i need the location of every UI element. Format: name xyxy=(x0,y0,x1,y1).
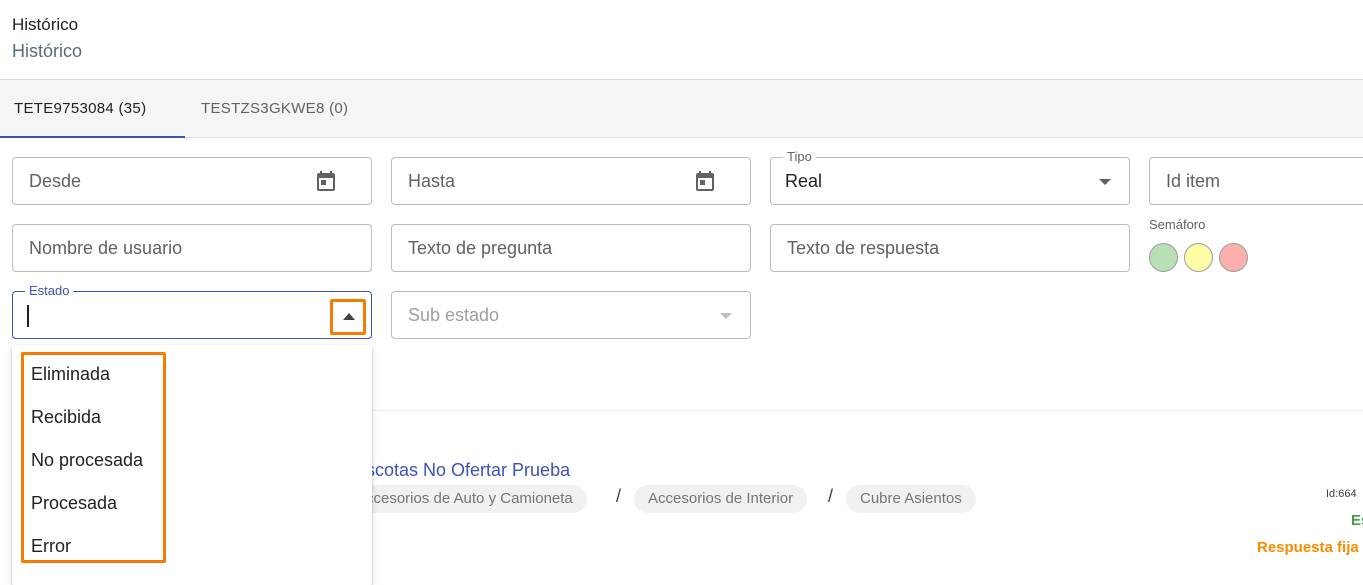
estado-option-recibida[interactable]: Recibida xyxy=(31,407,101,428)
semaforo-red-toggle[interactable] xyxy=(1219,243,1248,272)
account-tabs: TETE9753084 (35) TESTZS3GKWE8 (0) xyxy=(0,80,1363,138)
estado-option-procesada[interactable]: Procesada xyxy=(31,493,117,514)
texto-pregunta-field[interactable]: Texto de pregunta xyxy=(391,224,751,272)
id-item-placeholder: Id item xyxy=(1166,171,1221,191)
estado-option-eliminada[interactable]: Eliminada xyxy=(31,364,110,385)
text-cursor xyxy=(27,305,29,327)
chevron-up-icon xyxy=(343,313,355,320)
chevron-down-icon[interactable] xyxy=(720,313,732,319)
semaforo-label: Semáforo xyxy=(1149,217,1206,232)
id-item-field[interactable]: Id item xyxy=(1149,157,1363,205)
hasta-date-field[interactable]: Hasta xyxy=(391,157,751,205)
texto-pregunta-placeholder: Texto de pregunta xyxy=(408,238,553,258)
texto-respuesta-field[interactable]: Texto de respuesta xyxy=(770,224,1130,272)
tipo-select[interactable]: Tipo Real xyxy=(770,149,1130,205)
page-subtitle: Histórico xyxy=(12,41,83,61)
tipo-label: Tipo xyxy=(783,149,816,165)
item-title-link[interactable]: scotas No Ofertar Prueba xyxy=(366,460,570,481)
sub-estado-placeholder: Sub estado xyxy=(408,305,500,325)
breadcrumb-chip-category: ccesorios de Auto y Camioneta xyxy=(352,485,587,513)
estado-option-no-procesada[interactable]: No procesada xyxy=(31,450,143,471)
item-id: Id:664 xyxy=(1326,488,1357,500)
tab-testzs3gkwe8[interactable]: TESTZS3GKWE8 (0) xyxy=(185,80,375,138)
estado-option-error[interactable]: Error xyxy=(31,536,71,557)
page-title: Histórico xyxy=(12,15,79,34)
tab-tete9753084[interactable]: TETE9753084 (35) xyxy=(0,80,185,138)
sub-estado-select[interactable]: Sub estado xyxy=(391,291,751,339)
status-text: Es xyxy=(1351,512,1363,529)
breadcrumb-chip-leaf: Cubre Asientos xyxy=(846,485,976,513)
semaforo-yellow-toggle[interactable] xyxy=(1184,243,1213,272)
page-header: Histórico Histórico xyxy=(0,0,1363,80)
results-divider xyxy=(372,410,1363,411)
calendar-icon[interactable] xyxy=(314,169,338,193)
texto-respuesta-placeholder: Texto de respuesta xyxy=(787,238,940,258)
estado-label: Estado xyxy=(25,283,74,299)
desde-placeholder: Desde xyxy=(29,171,82,191)
nombre-usuario-placeholder: Nombre de usuario xyxy=(29,238,183,258)
tipo-value: Real xyxy=(785,171,823,191)
semaforo-green-toggle[interactable] xyxy=(1149,243,1178,272)
nombre-usuario-field[interactable]: Nombre de usuario xyxy=(12,224,372,272)
hasta-placeholder: Hasta xyxy=(408,171,456,191)
estado-toggle-button[interactable] xyxy=(330,299,366,335)
estado-select[interactable]: Estado xyxy=(12,283,372,339)
breadcrumb-chip-subcategory: Accesorios de Interior xyxy=(634,485,808,513)
desde-date-field[interactable]: Desde xyxy=(12,157,372,205)
calendar-icon[interactable] xyxy=(693,169,717,193)
breadcrumb-separator: / xyxy=(828,486,834,506)
response-type-text: Respuesta fija xyxy=(1257,539,1359,556)
chevron-down-icon[interactable] xyxy=(1099,179,1111,185)
breadcrumb-separator: / xyxy=(616,486,622,506)
